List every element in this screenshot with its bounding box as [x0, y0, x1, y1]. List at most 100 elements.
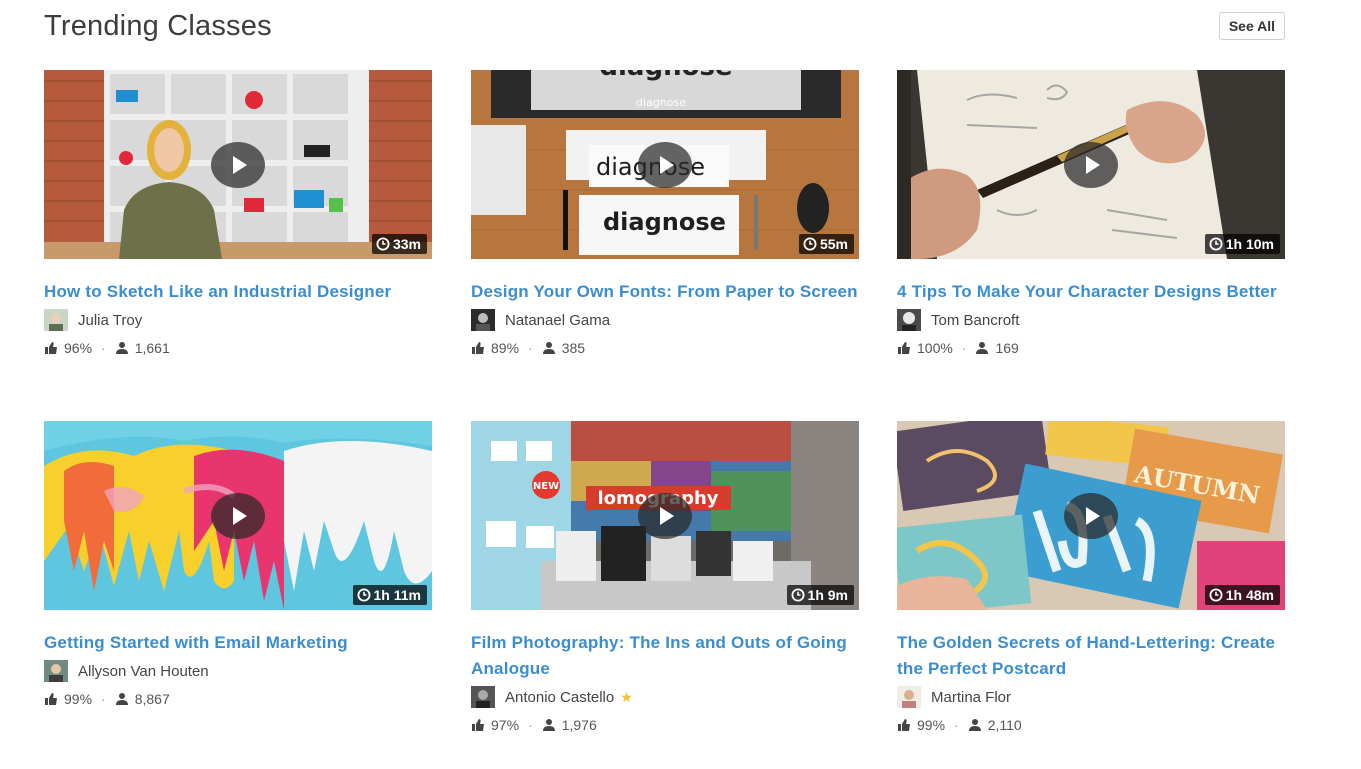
avatar [44, 660, 68, 682]
thumbs-up-icon [472, 342, 484, 354]
class-title-link[interactable]: 4 Tips To Make Your Character Designs Be… [897, 279, 1285, 305]
class-thumbnail[interactable]: 33m [44, 70, 432, 259]
screen-word: diagnose [599, 70, 732, 82]
class-stats: 99% · 2,110 [897, 716, 1285, 734]
students-count: 385 [561, 340, 586, 356]
stats-separator: · [101, 340, 106, 356]
clock-icon [1209, 588, 1223, 602]
thumbs-up-icon [472, 719, 484, 731]
duration-badge: 55m [798, 234, 854, 254]
class-thumbnail[interactable]: diagnose diagnose diagnose diagnose 55m [471, 70, 859, 259]
rating-value: 97% [491, 717, 520, 733]
user-icon [115, 342, 128, 354]
stats-separator: · [528, 717, 533, 733]
clock-icon [1209, 237, 1223, 251]
class-thumbnail[interactable]: 1h 10m [897, 70, 1285, 259]
teacher-name: Martina Flor [931, 688, 1012, 706]
duration-text: 55m [819, 236, 848, 252]
students-count: 1,976 [561, 717, 597, 733]
rating-value: 89% [491, 340, 520, 356]
rating-value: 99% [64, 691, 93, 707]
avatar [897, 309, 921, 331]
teacher-link[interactable]: Allyson Van Houten [44, 660, 432, 682]
user-icon [542, 342, 555, 354]
duration-text: 1h 10m [1225, 236, 1274, 252]
stats-separator: · [961, 340, 967, 356]
duration-badge: 1h 10m [1204, 234, 1280, 254]
class-stats: 99% · 8,867 [44, 690, 432, 708]
students-count: 2,110 [987, 717, 1022, 733]
avatar [897, 686, 921, 708]
duration-badge: 1h 11m [352, 585, 427, 605]
play-icon[interactable] [638, 141, 692, 188]
play-icon[interactable] [211, 141, 265, 188]
rating-value: 99% [917, 717, 946, 733]
teacher-link[interactable]: Tom Bancroft [897, 309, 1285, 331]
user-icon [115, 693, 128, 705]
play-icon[interactable] [211, 492, 265, 539]
teacher-link[interactable]: Natanael Gama [471, 309, 859, 331]
stats-separator: · [954, 717, 959, 733]
screen-caption: diagnose [636, 96, 686, 109]
duration-badge: 1h 48m [1204, 585, 1280, 605]
user-icon [968, 719, 981, 731]
teacher-name: Allyson Van Houten [78, 662, 209, 680]
play-icon[interactable] [1064, 492, 1118, 539]
class-stats: 97% · 1,976 [471, 716, 859, 734]
class-title-link[interactable]: Design Your Own Fonts: From Paper to Scr… [471, 279, 859, 305]
teacher-link[interactable]: Antonio Castello ★ [471, 686, 859, 708]
thumbs-up-icon [45, 342, 57, 354]
play-icon[interactable] [1064, 141, 1118, 188]
students-count: 8,867 [134, 691, 170, 707]
clock-icon [376, 237, 390, 251]
rating-value: 100% [917, 340, 953, 356]
section-title: Trending Classes [44, 10, 272, 42]
teacher-name: Julia Troy [78, 311, 143, 329]
avatar [471, 309, 495, 331]
paper-word-2: diagnose [603, 208, 726, 236]
duration-badge: 33m [371, 234, 427, 254]
teacher-link[interactable]: Martina Flor [897, 686, 1285, 708]
duration-text: 1h 11m [373, 587, 421, 603]
rating-value: 96% [64, 340, 93, 356]
class-title-link[interactable]: Getting Started with Email Marketing [44, 630, 432, 656]
thumbs-up-icon [45, 693, 57, 705]
class-thumbnail[interactable]: 1h 11m [44, 421, 432, 610]
duration-text: 1h 48m [1225, 587, 1274, 603]
duration-text: 33m [392, 236, 421, 252]
new-badge: NEW [533, 481, 559, 492]
user-icon [976, 342, 989, 354]
class-card: NEW lomography 1h 9m Film Photography: T… [471, 421, 859, 734]
user-icon [542, 719, 555, 731]
class-stats: 100% · 169 [897, 339, 1285, 357]
see-all-button[interactable]: See All [1218, 12, 1285, 40]
teacher-name: Antonio Castello [505, 688, 615, 706]
class-thumbnail[interactable]: AUTUMN 1h 48m [897, 421, 1285, 610]
students-count: 169 [995, 340, 1019, 356]
class-stats: 96% · 1,661 [44, 339, 432, 357]
section-header: Trending Classes See All [44, 8, 1285, 48]
clock-icon [791, 588, 805, 602]
stats-separator: · [101, 691, 106, 707]
class-card: 33m How to Sketch Like an Industrial Des… [44, 70, 432, 357]
duration-text: 1h 9m [807, 587, 848, 603]
duration-badge: 1h 9m [786, 585, 854, 605]
class-thumbnail[interactable]: NEW lomography 1h 9m [471, 421, 859, 610]
clock-icon [803, 237, 817, 251]
class-stats: 89% · 385 [471, 339, 859, 357]
thumbs-up-icon [898, 342, 910, 354]
play-icon[interactable] [638, 492, 692, 539]
teacher-link[interactable]: Julia Troy [44, 309, 432, 331]
class-card: AUTUMN 1h 48m The Golden Secrets of Hand… [897, 421, 1285, 734]
class-card: 1h 10m 4 Tips To Make Your Character Des… [897, 70, 1285, 357]
star-icon: ★ [620, 688, 633, 705]
avatar [44, 309, 68, 331]
thumbs-up-icon [898, 719, 910, 731]
class-card: 1h 11m Getting Started with Email Market… [44, 421, 432, 708]
stats-separator: · [528, 340, 533, 356]
class-title-link[interactable]: Film Photography: The Ins and Outs of Go… [471, 630, 859, 682]
class-title-link[interactable]: The Golden Secrets of Hand-Lettering: Cr… [897, 630, 1285, 682]
class-title-link[interactable]: How to Sketch Like an Industrial Designe… [44, 279, 432, 305]
students-count: 1,661 [134, 340, 170, 356]
teacher-name: Tom Bancroft [931, 311, 1020, 329]
